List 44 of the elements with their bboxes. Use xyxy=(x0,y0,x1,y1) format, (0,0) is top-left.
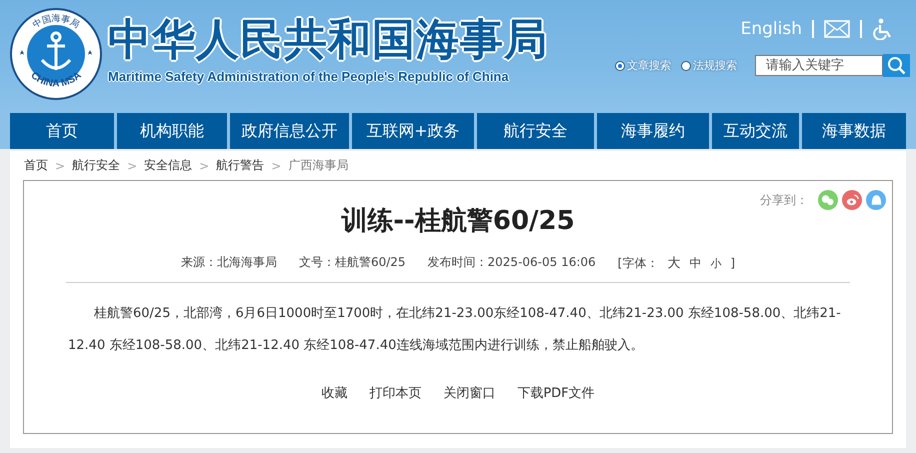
breadcrumb-link[interactable]: 航行安全 xyxy=(72,157,120,174)
article-body: 桂航警60/25，北部湾，6月6日1000时至1700时，在北纬21-23.00东经108-47.40、北纬21-23.00 东经108-58.00、北纬21-12.40 东经108-58.00、北纬21-12.40 东经108-47.40连线海域范围内进行训练，禁止船舶驶入。 xyxy=(68,305,842,355)
nav-item[interactable]: 政府信息公开 xyxy=(230,113,349,149)
breadcrumb-link[interactable]: 广西海事局 xyxy=(288,157,348,174)
chat-bubble-icon[interactable] xyxy=(866,190,886,210)
font-size-link[interactable]: 大 xyxy=(667,254,680,272)
nav-item[interactable]: 首页 xyxy=(10,113,114,149)
anchor-icon xyxy=(40,32,72,72)
article-action-link[interactable]: 收藏 xyxy=(321,384,348,402)
nav-item[interactable]: 海事数据 xyxy=(802,113,906,149)
nav-item[interactable]: 航行安全 xyxy=(477,113,594,149)
search-button[interactable] xyxy=(883,54,910,77)
nav-item[interactable]: 机构职能 xyxy=(117,113,227,149)
breadcrumb-separator: > xyxy=(199,158,210,172)
breadcrumb-link[interactable]: 航行警告 xyxy=(216,157,264,174)
font-size-link[interactable]: 中 xyxy=(689,254,702,272)
bracket-text: ] xyxy=(730,256,736,270)
breadcrumb-separator: > xyxy=(55,158,66,172)
nav-item[interactable]: 互联网+政务 xyxy=(352,113,474,149)
article-title: 训练--桂航警60/25 xyxy=(340,205,576,238)
weibo-icon[interactable] xyxy=(842,190,862,210)
search-field[interactable]: 请输入关键字 xyxy=(755,55,883,76)
font-size-link[interactable]: 小 xyxy=(710,256,722,270)
nav-item[interactable]: 互动交流 xyxy=(712,113,799,149)
article-action-link[interactable]: 打印本页 xyxy=(369,384,422,402)
accessibility-icon[interactable] xyxy=(872,18,892,40)
site-subtitle: Maritime Safety Administration of the People's Republic of China xyxy=(108,69,509,84)
publish-time: 发布时间：2025-06-05 16:06 xyxy=(428,254,596,271)
breadcrumb-link[interactable]: 首页 xyxy=(24,157,48,174)
article-source: 来源：北海海事局 xyxy=(180,254,277,271)
search-icon xyxy=(887,56,906,75)
article-action-link[interactable]: 下载PDF文件 xyxy=(517,384,595,402)
article-number: 文号：桂航警60/25 xyxy=(298,254,406,271)
font-size-label: [字体： xyxy=(618,254,658,272)
breadcrumb-separator: > xyxy=(127,158,138,172)
logo-text: 中国海事局 xyxy=(31,14,81,31)
mail-icon[interactable] xyxy=(824,20,850,38)
article-action-link[interactable]: 关闭窗口 xyxy=(443,384,496,402)
nav-item[interactable]: 海事履约 xyxy=(597,113,709,149)
wechat-icon[interactable] xyxy=(818,190,838,210)
breadcrumb-separator: > xyxy=(271,158,282,172)
share-label: 分享到： xyxy=(760,192,808,208)
breadcrumb-link[interactable]: 安全信息 xyxy=(144,157,192,174)
site-title: 中华人民共和国海事局 xyxy=(108,15,548,65)
